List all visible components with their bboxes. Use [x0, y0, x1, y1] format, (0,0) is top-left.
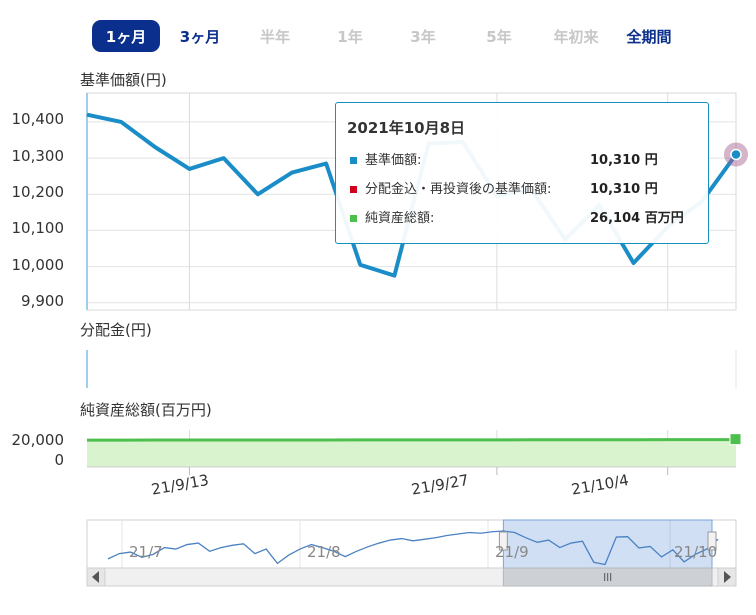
tooltip-row-value: 10,310 円	[590, 182, 658, 197]
tooltip-row-value: 10,310 円	[590, 153, 658, 168]
series-marker-icon	[350, 215, 357, 222]
navigator-label: 21/7	[129, 543, 163, 561]
x-tick-marks	[188, 467, 669, 475]
assets-point[interactable]	[729, 433, 742, 446]
tooltip-row-name: 基準価額:	[365, 153, 422, 168]
tooltip-row-nav: 基準価額:	[350, 149, 421, 168]
series-marker-icon	[350, 186, 357, 193]
nav-point[interactable]	[730, 148, 742, 161]
navigator-label: 21/10	[674, 543, 718, 561]
tooltip-row-assets: 純資産総額:	[350, 207, 434, 226]
assets-series-area	[87, 439, 736, 467]
tooltip-row-value: 26,104 百万円	[590, 211, 684, 226]
fund-chart	[86, 92, 748, 587]
data-tooltip: 2021年10月8日 基準価額: 10,310 円 分配金込・再投資後の基準価額…	[335, 102, 709, 244]
nav-points	[724, 142, 748, 167]
tooltip-row-name: 純資産総額:	[365, 211, 435, 226]
series-marker-icon	[350, 157, 357, 164]
navigator-label: 21/9	[495, 543, 529, 561]
assets-series-line	[86, 438, 737, 442]
tooltip-date: 2021年10月8日	[347, 119, 466, 137]
tooltip-row-name: 分配金込・再投資後の基準価額:	[365, 182, 552, 197]
navigator-label: 21/8	[307, 543, 341, 561]
tooltip-row-reinvested: 分配金込・再投資後の基準価額:	[350, 178, 551, 197]
